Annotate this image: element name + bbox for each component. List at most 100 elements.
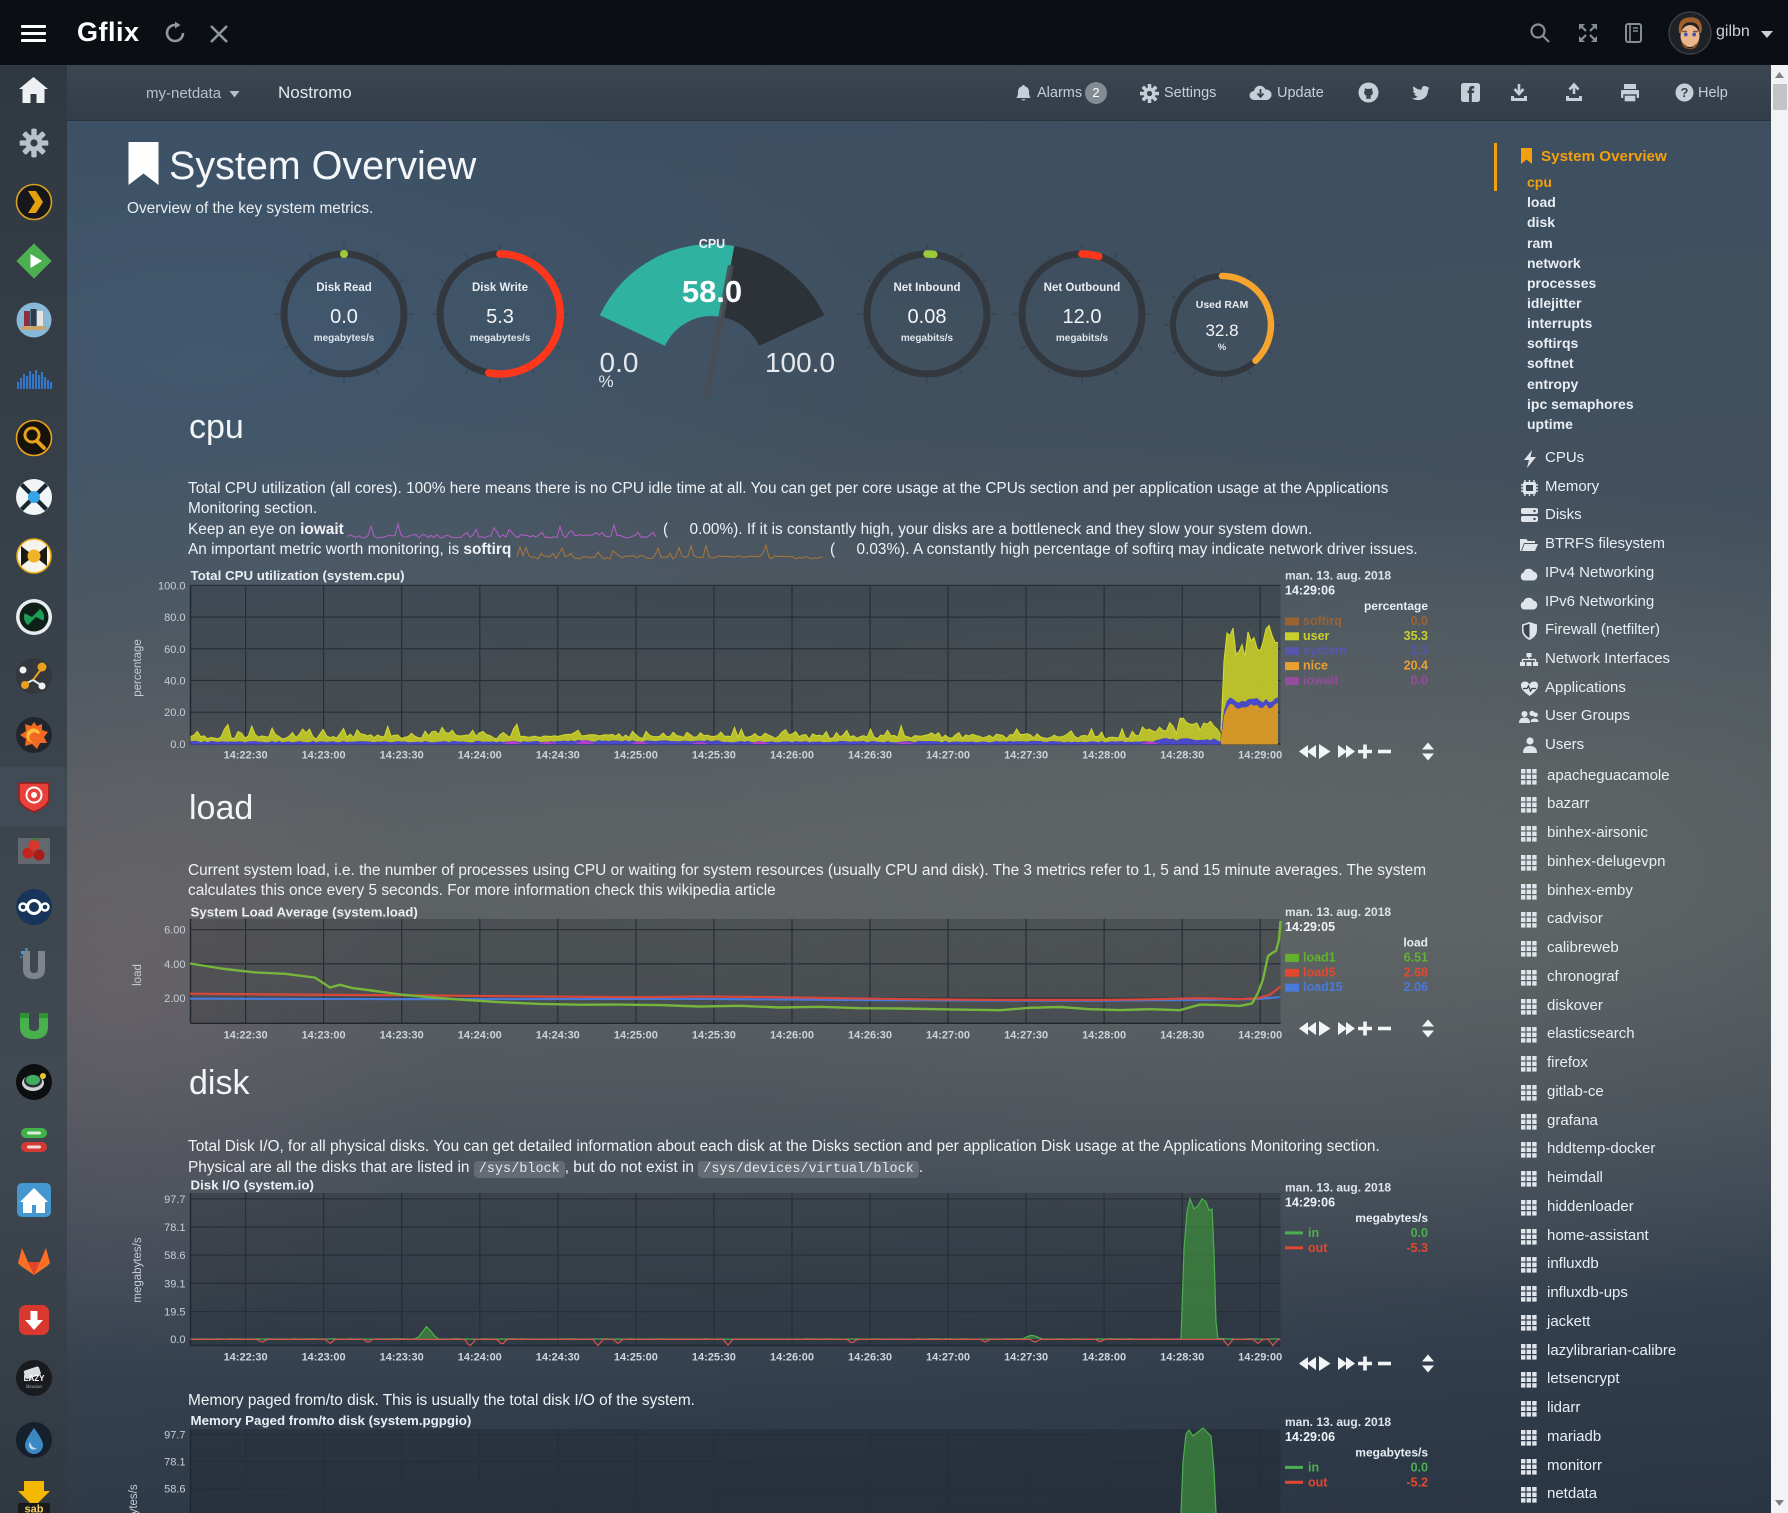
- svg-text:78.1: 78.1: [164, 1222, 185, 1234]
- svg-text:megabytes/s: megabytes/s: [1355, 1445, 1428, 1459]
- svg-text:2.68: 2.68: [1404, 965, 1428, 979]
- svg-text:14:23:30: 14:23:30: [380, 750, 424, 762]
- svg-text:100.0: 100.0: [765, 347, 835, 378]
- svg-text:megabits/s: megabits/s: [901, 333, 954, 344]
- svg-text:0.0: 0.0: [1411, 674, 1428, 688]
- svg-text:14:24:00: 14:24:00: [458, 750, 502, 762]
- svg-text:14:28:00: 14:28:00: [1082, 750, 1126, 762]
- svg-text:14:25:30: 14:25:30: [692, 1030, 736, 1042]
- svg-text:2.00: 2.00: [164, 993, 185, 1005]
- svg-text:39.1: 39.1: [164, 1278, 185, 1290]
- svg-text:97.7: 97.7: [164, 1430, 185, 1442]
- svg-text:58.6: 58.6: [164, 1250, 185, 1262]
- svg-text:System Load Average (system.lo: System Load Average (system.load): [191, 905, 418, 920]
- svg-text:78.1: 78.1: [164, 1457, 185, 1469]
- svg-text:100.0: 100.0: [158, 580, 186, 592]
- svg-text:percentage: percentage: [1364, 599, 1428, 613]
- svg-text:Disk Read: Disk Read: [316, 282, 372, 294]
- svg-text:2.3: 2.3: [1411, 644, 1428, 658]
- svg-text:Memory Paged from/to disk (sys: Memory Paged from/to disk (system.pgpgio…: [191, 1413, 472, 1428]
- svg-text:megabytes/s: megabytes/s: [470, 333, 531, 344]
- svg-text:5.3: 5.3: [486, 306, 514, 328]
- svg-text:nice: nice: [1303, 659, 1328, 673]
- svg-text:14:29:06: 14:29:06: [1285, 1430, 1335, 1444]
- svg-text:20.0: 20.0: [164, 707, 185, 719]
- svg-text:system: system: [1303, 644, 1346, 658]
- svg-text:14:24:00: 14:24:00: [458, 1030, 502, 1042]
- svg-text:out: out: [1308, 1475, 1328, 1489]
- svg-text:14:26:30: 14:26:30: [848, 1030, 892, 1042]
- svg-text:14:29:00: 14:29:00: [1238, 1030, 1282, 1042]
- svg-text:sab: sab: [24, 1504, 43, 1513]
- svg-text:14:26:00: 14:26:00: [770, 1030, 814, 1042]
- svg-text:14:27:00: 14:27:00: [926, 750, 970, 762]
- svg-text:14:29:06: 14:29:06: [1285, 1196, 1335, 1210]
- svg-text:14:27:30: 14:27:30: [1004, 1030, 1048, 1042]
- svg-text:0.0: 0.0: [170, 1334, 185, 1346]
- svg-text:60.0: 60.0: [164, 644, 185, 656]
- svg-text:0.0: 0.0: [170, 739, 185, 751]
- svg-text:-5.2: -5.2: [1406, 1475, 1428, 1489]
- svg-text:14:24:30: 14:24:30: [536, 750, 580, 762]
- svg-text:softirq: softirq: [1303, 614, 1342, 628]
- svg-text:14:24:00: 14:24:00: [458, 1352, 502, 1364]
- svg-text:megabytes/s: megabytes/s: [314, 333, 375, 344]
- svg-text:-5.3: -5.3: [1406, 1241, 1428, 1255]
- svg-text:0.08: 0.08: [908, 306, 947, 328]
- svg-text:6.00: 6.00: [164, 925, 185, 937]
- svg-text:14:27:00: 14:27:00: [926, 1030, 970, 1042]
- svg-text:14:25:30: 14:25:30: [692, 750, 736, 762]
- svg-text:14:23:00: 14:23:00: [302, 1030, 346, 1042]
- svg-text:58.6: 58.6: [164, 1484, 185, 1496]
- svg-text:14:28:00: 14:28:00: [1082, 1030, 1126, 1042]
- svg-text:0.0: 0.0: [1411, 1226, 1428, 1240]
- svg-text:14:28:00: 14:28:00: [1082, 1352, 1126, 1364]
- svg-text:librarian: librarian: [25, 1384, 42, 1389]
- svg-text:14:29:00: 14:29:00: [1238, 750, 1282, 762]
- svg-text:megabytes/s: megabytes/s: [1355, 1211, 1428, 1225]
- svg-text:load15: load15: [1303, 980, 1343, 994]
- svg-text:load1: load1: [1303, 950, 1336, 964]
- svg-text:Used RAM: Used RAM: [1196, 299, 1249, 311]
- svg-text:80.0: 80.0: [164, 612, 185, 624]
- svg-text:man. 13. aug. 2018: man. 13. aug. 2018: [1285, 1181, 1391, 1195]
- svg-text:0.0: 0.0: [1411, 1460, 1428, 1474]
- svg-text:megabytes/s: megabytes/s: [128, 1484, 140, 1513]
- svg-text:megabytes/s: megabytes/s: [132, 1237, 144, 1302]
- svg-text:Disk I/O (system.io): Disk I/O (system.io): [191, 1177, 314, 1192]
- svg-text:percentage: percentage: [132, 639, 144, 697]
- svg-text:6.51: 6.51: [1404, 950, 1428, 964]
- svg-text:14:27:00: 14:27:00: [926, 1352, 970, 1364]
- svg-text:load: load: [1403, 935, 1428, 949]
- svg-text:40.0: 40.0: [164, 676, 185, 688]
- svg-text:14:22:30: 14:22:30: [224, 1352, 268, 1364]
- svg-text:iowait: iowait: [1303, 674, 1339, 688]
- svg-text:20.4: 20.4: [1404, 659, 1428, 673]
- svg-text:?: ?: [1681, 85, 1689, 100]
- svg-text:0.0: 0.0: [1411, 614, 1428, 628]
- svg-text:man. 13. aug. 2018: man. 13. aug. 2018: [1285, 905, 1391, 919]
- svg-text:14:28:30: 14:28:30: [1160, 1030, 1204, 1042]
- svg-text:in: in: [1308, 1226, 1319, 1240]
- svg-text:14:25:00: 14:25:00: [614, 1030, 658, 1042]
- svg-text:12.0: 12.0: [1063, 306, 1102, 328]
- svg-text:14:29:06: 14:29:06: [1285, 584, 1335, 598]
- svg-text:32.8: 32.8: [1205, 321, 1238, 340]
- svg-text:14:29:05: 14:29:05: [1285, 920, 1335, 934]
- svg-text:14:25:00: 14:25:00: [614, 750, 658, 762]
- svg-text:LAZY: LAZY: [23, 1374, 45, 1383]
- svg-text:man. 13. aug. 2018: man. 13. aug. 2018: [1285, 1415, 1391, 1429]
- svg-text:14:22:30: 14:22:30: [224, 1030, 268, 1042]
- svg-text:14:25:00: 14:25:00: [614, 1352, 658, 1364]
- svg-text:%: %: [598, 372, 613, 391]
- svg-text:14:26:30: 14:26:30: [848, 750, 892, 762]
- svg-text:14:27:30: 14:27:30: [1004, 1352, 1048, 1364]
- svg-text:14:26:00: 14:26:00: [770, 750, 814, 762]
- svg-text:Disk Write: Disk Write: [472, 282, 528, 294]
- svg-text:CPU: CPU: [699, 237, 725, 251]
- svg-text:35.3: 35.3: [1404, 629, 1428, 643]
- svg-text:14:26:00: 14:26:00: [770, 1352, 814, 1364]
- svg-text:in: in: [1308, 1460, 1319, 1474]
- svg-text:megabits/s: megabits/s: [1056, 333, 1109, 344]
- svg-text:14:23:30: 14:23:30: [380, 1352, 424, 1364]
